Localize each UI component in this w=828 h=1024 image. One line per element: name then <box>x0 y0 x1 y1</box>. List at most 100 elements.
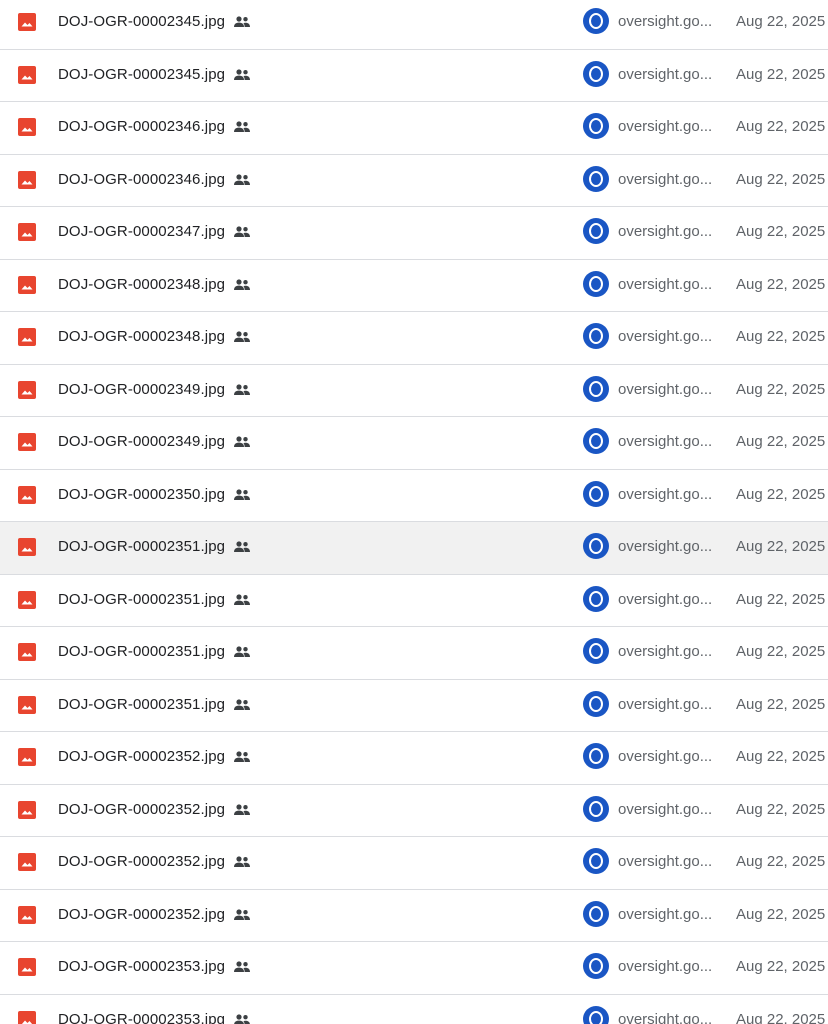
owner-avatar-icon <box>583 585 609 612</box>
owner-name: oversight.go... <box>618 485 713 503</box>
image-file-icon <box>18 958 36 976</box>
modified-date: Aug 22, 2025 <box>736 275 826 293</box>
image-file-icon <box>18 590 36 609</box>
shared-people-icon <box>234 383 251 395</box>
image-file-icon <box>18 13 36 31</box>
modified-date: Aug 22, 2025 <box>736 485 826 503</box>
owner-name: oversight.go... <box>618 853 713 870</box>
file-name: DOJ-OGR-00002352.jpg <box>58 905 226 923</box>
file-row[interactable]: DOJ-OGR-00002351.jpg oversight.go... Aug… <box>0 627 828 680</box>
modified-date: Aug 22, 2025 <box>736 1010 826 1024</box>
shared-people-icon <box>234 226 251 237</box>
file-name: DOJ-OGR-00002349.jpg <box>58 380 226 398</box>
owner-avatar-icon <box>583 795 609 822</box>
file-row[interactable]: DOJ-OGR-00002349.jpg oversight.go... Aug… <box>0 417 828 470</box>
file-row[interactable]: DOJ-OGR-00002351.jpg oversight.go... Aug… <box>0 574 828 627</box>
file-name-cell: DOJ-OGR-00002350.jpg <box>58 484 251 506</box>
shared-people-icon <box>234 278 251 290</box>
owner-avatar-icon <box>583 60 609 87</box>
image-file-icon <box>18 853 36 871</box>
owner-avatar-icon <box>583 480 609 507</box>
file-name: DOJ-OGR-00002348.jpg <box>58 275 226 293</box>
file-row[interactable]: DOJ-OGR-00002353.jpg oversight.go... Aug… <box>0 994 828 1024</box>
file-name: DOJ-OGR-00002351.jpg <box>58 538 226 555</box>
file-name-cell: DOJ-OGR-00002346.jpg <box>58 169 251 191</box>
modified-date: Aug 22, 2025 <box>736 223 826 240</box>
owner-avatar-icon <box>583 1005 609 1024</box>
modified-date: Aug 22, 2025 <box>736 800 826 818</box>
file-row[interactable]: DOJ-OGR-00002349.jpg oversight.go... Aug… <box>0 364 828 417</box>
file-name-cell: DOJ-OGR-00002352.jpg <box>58 746 251 768</box>
owner-avatar-icon <box>583 638 609 664</box>
shared-people-icon <box>234 698 251 710</box>
file-row[interactable]: DOJ-OGR-00002353.jpg oversight.go... Aug… <box>0 942 828 995</box>
image-file-icon <box>18 748 36 766</box>
owner-avatar-icon <box>583 270 609 297</box>
file-list: DOJ-OGR-00002345.jpg oversight.go... Aug… <box>0 0 828 1024</box>
owner-name: oversight.go... <box>618 695 713 713</box>
owner-avatar-icon <box>583 8 609 34</box>
shared-people-icon <box>234 908 251 920</box>
file-row[interactable]: DOJ-OGR-00002351.jpg oversight.go... Aug… <box>0 522 828 575</box>
modified-date: Aug 22, 2025 <box>736 13 826 30</box>
file-name: DOJ-OGR-00002351.jpg <box>58 590 226 608</box>
file-name-cell: DOJ-OGR-00002351.jpg <box>58 536 251 558</box>
image-file-icon <box>18 275 36 294</box>
file-name: DOJ-OGR-00002350.jpg <box>58 485 226 503</box>
shared-people-icon <box>234 121 251 132</box>
file-row[interactable]: DOJ-OGR-00002348.jpg oversight.go... Aug… <box>0 312 828 365</box>
modified-date: Aug 22, 2025 <box>736 328 826 345</box>
image-file-icon <box>18 328 36 346</box>
shared-people-icon <box>234 173 251 185</box>
owner-name: oversight.go... <box>618 223 713 240</box>
file-row[interactable]: DOJ-OGR-00002352.jpg oversight.go... Aug… <box>0 784 828 837</box>
shared-people-icon <box>234 751 251 762</box>
file-row[interactable]: DOJ-OGR-00002351.jpg oversight.go... Aug… <box>0 679 828 732</box>
shared-people-icon <box>234 68 251 80</box>
image-file-icon <box>18 380 36 399</box>
owner-avatar-icon <box>583 375 609 402</box>
shared-people-icon <box>234 541 251 552</box>
modified-date: Aug 22, 2025 <box>736 748 826 765</box>
owner-name: oversight.go... <box>618 748 713 765</box>
image-file-icon <box>18 538 36 556</box>
file-row[interactable]: DOJ-OGR-00002347.jpg oversight.go... Aug… <box>0 207 828 260</box>
file-name-cell: DOJ-OGR-00002351.jpg <box>58 694 251 716</box>
file-row[interactable]: DOJ-OGR-00002352.jpg oversight.go... Aug… <box>0 837 828 890</box>
file-row[interactable]: DOJ-OGR-00002352.jpg oversight.go... Aug… <box>0 732 828 785</box>
file-row[interactable]: DOJ-OGR-00002346.jpg oversight.go... Aug… <box>0 102 828 155</box>
modified-date: Aug 22, 2025 <box>736 118 826 135</box>
owner-avatar-icon <box>583 218 609 244</box>
file-row[interactable]: DOJ-OGR-00002345.jpg oversight.go... Aug… <box>0 0 828 50</box>
modified-date: Aug 22, 2025 <box>736 590 826 608</box>
file-name-cell: DOJ-OGR-00002348.jpg <box>58 326 251 348</box>
file-name: DOJ-OGR-00002345.jpg <box>58 13 226 30</box>
image-file-icon <box>18 905 36 924</box>
file-row[interactable]: DOJ-OGR-00002350.jpg oversight.go... Aug… <box>0 469 828 522</box>
file-name: DOJ-OGR-00002345.jpg <box>58 65 226 83</box>
file-name-cell: DOJ-OGR-00002352.jpg <box>58 799 251 821</box>
file-name-cell: DOJ-OGR-00002346.jpg <box>58 116 251 138</box>
shared-people-icon <box>234 436 251 447</box>
file-name-cell: DOJ-OGR-00002345.jpg <box>58 64 251 86</box>
modified-date: Aug 22, 2025 <box>736 538 826 555</box>
owner-name: oversight.go... <box>618 118 713 135</box>
shared-people-icon <box>234 488 251 500</box>
file-row[interactable]: DOJ-OGR-00002346.jpg oversight.go... Aug… <box>0 154 828 207</box>
shared-people-icon <box>234 803 251 815</box>
file-name: DOJ-OGR-00002351.jpg <box>58 643 226 660</box>
modified-date: Aug 22, 2025 <box>736 905 826 923</box>
file-name-cell: DOJ-OGR-00002347.jpg <box>58 221 251 243</box>
owner-name: oversight.go... <box>618 328 713 345</box>
file-row[interactable]: DOJ-OGR-00002352.jpg oversight.go... Aug… <box>0 889 828 942</box>
owner-name: oversight.go... <box>618 905 713 923</box>
file-name-cell: DOJ-OGR-00002352.jpg <box>58 851 251 873</box>
modified-date: Aug 22, 2025 <box>736 695 826 713</box>
owner-name: oversight.go... <box>618 958 713 975</box>
file-name-cell: DOJ-OGR-00002352.jpg <box>58 904 251 926</box>
file-row[interactable]: DOJ-OGR-00002345.jpg oversight.go... Aug… <box>0 49 828 102</box>
modified-date: Aug 22, 2025 <box>736 433 826 450</box>
owner-name: oversight.go... <box>618 13 713 30</box>
file-row[interactable]: DOJ-OGR-00002348.jpg oversight.go... Aug… <box>0 259 828 312</box>
shared-people-icon <box>234 961 251 972</box>
